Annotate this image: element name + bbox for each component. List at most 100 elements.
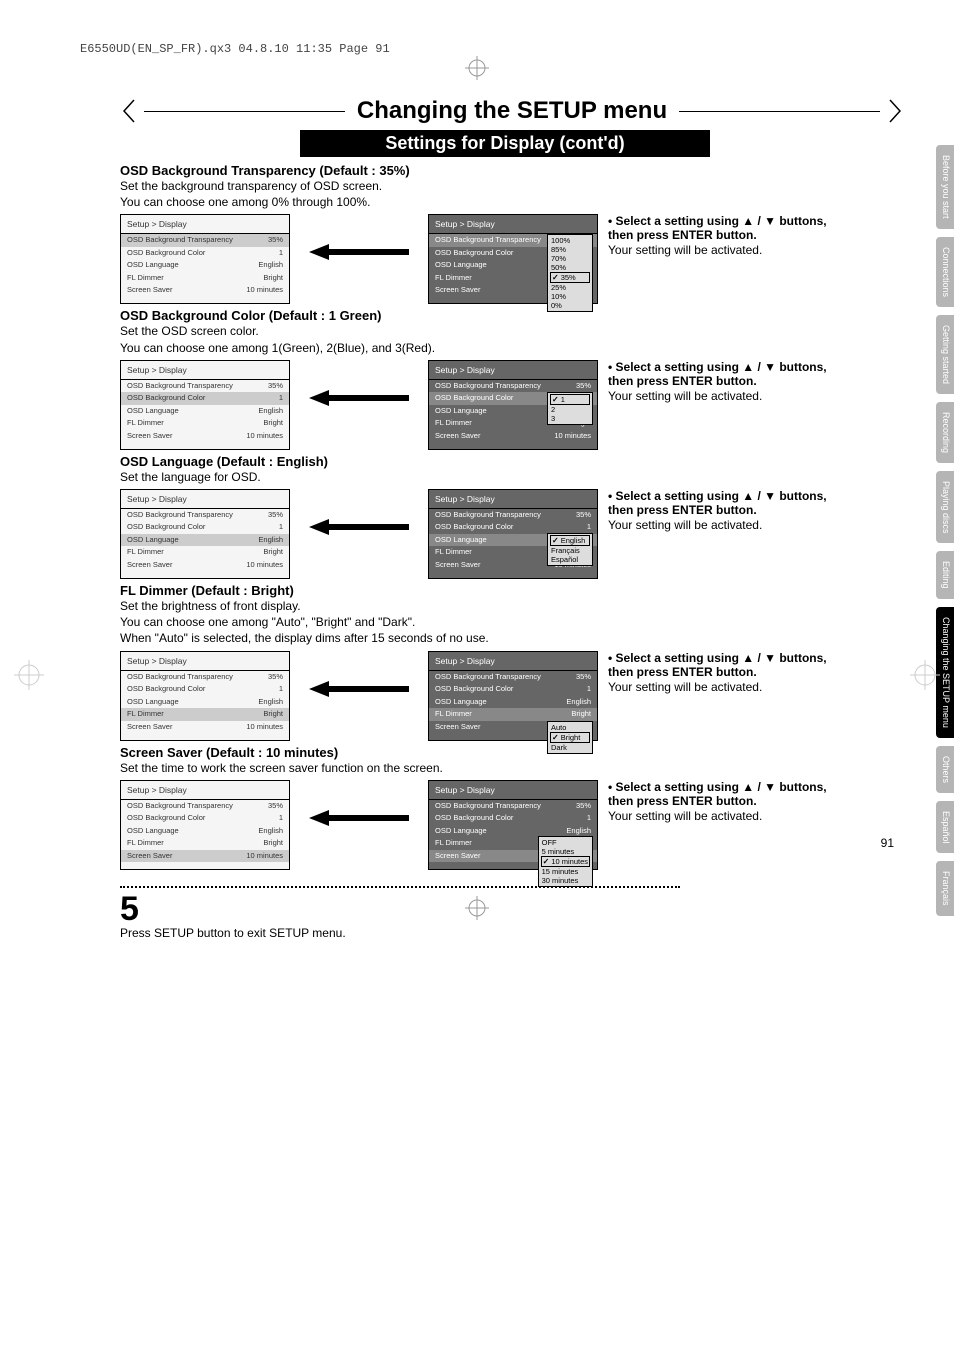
side-tab[interactable]: Getting started — [936, 315, 954, 394]
menu-row[interactable]: OSD Background Transparency35% — [429, 380, 597, 393]
menu-row[interactable]: FL DimmerBright — [121, 546, 289, 559]
option-popup[interactable]: 100%85%70%50%✓35%25%10%0% — [547, 234, 593, 312]
popup-option[interactable]: Français — [550, 546, 590, 555]
check-icon: ✓ — [543, 857, 550, 866]
menu-panel-result: Setup > DisplayOSD Background Transparen… — [120, 360, 290, 450]
side-tab[interactable]: Français — [936, 861, 954, 916]
menu-panel-result: Setup > DisplayOSD Background Transparen… — [120, 651, 290, 741]
menu-breadcrumb: Setup > Display — [429, 652, 597, 670]
menu-row[interactable]: Screen Saver10 minutes — [429, 430, 597, 443]
side-tab[interactable]: Others — [936, 746, 954, 793]
popup-option[interactable]: 2 — [550, 405, 590, 414]
popup-option[interactable]: ✓10 minutes — [541, 856, 590, 867]
menu-row[interactable]: OSD Background Transparency35% — [121, 380, 289, 393]
menu-row[interactable]: OSD LanguageEnglish — [121, 259, 289, 272]
menu-row[interactable]: OSD LanguageEnglish — [429, 696, 597, 709]
menu-row[interactable]: OSD Background Color1 — [429, 683, 597, 696]
instruction-block: • Select a setting using ▲ / ▼ buttons, … — [608, 651, 828, 694]
menu-panel-popup: Setup > DisplayOSD Background Transparen… — [428, 489, 598, 579]
menu-row[interactable]: OSD Background Transparency35% — [121, 800, 289, 813]
popup-option[interactable]: Auto — [550, 723, 590, 732]
side-tab[interactable]: Recording — [936, 402, 954, 463]
menu-row[interactable]: FL DimmerBright — [121, 837, 289, 850]
popup-option[interactable]: ✓35% — [550, 272, 590, 283]
option-popup[interactable]: ✓123 — [547, 392, 593, 425]
step-number-5: 5 — [120, 892, 904, 926]
menu-row[interactable]: OSD Background Color1 — [121, 683, 289, 696]
check-icon: ✓ — [552, 733, 559, 742]
chevron-right-icon — [886, 96, 904, 126]
menu-row[interactable]: OSD Background Color1 — [121, 812, 289, 825]
menu-row[interactable]: OSD Background Transparency35% — [429, 800, 597, 813]
step-5-text: Press SETUP button to exit SETUP menu. — [120, 926, 904, 940]
popup-option[interactable]: 25% — [550, 283, 590, 292]
menu-row[interactable]: Screen Saver10 minutes — [121, 850, 289, 863]
page-title: Changing the SETUP menu — [351, 97, 673, 125]
menu-breadcrumb: Setup > Display — [121, 652, 289, 670]
side-tab[interactable]: Editing — [936, 551, 954, 599]
menu-row[interactable]: OSD LanguageEnglish — [121, 825, 289, 838]
menu-row[interactable]: Screen Saver10 minutes — [121, 284, 289, 297]
menu-row[interactable]: OSD Background Transparency35% — [429, 671, 597, 684]
popup-option[interactable]: 85% — [550, 245, 590, 254]
menu-row[interactable]: OSD Background Color1 — [121, 521, 289, 534]
menu-row[interactable]: OSD LanguageEnglish — [121, 696, 289, 709]
popup-option[interactable]: 0% — [550, 301, 590, 310]
menu-row[interactable]: OSD Background Transparency35% — [429, 509, 597, 522]
popup-option[interactable]: ✓Bright — [550, 732, 590, 743]
menu-row[interactable]: OSD Background Color1 — [429, 812, 597, 825]
menu-row[interactable]: FL DimmerBright — [121, 417, 289, 430]
popup-option[interactable]: OFF — [541, 838, 590, 847]
crop-mark-right — [910, 660, 940, 690]
side-tab[interactable]: Playing discs — [936, 471, 954, 544]
setting-description: You can choose one among 0% through 100%… — [120, 194, 904, 210]
popup-option[interactable]: Dark — [550, 743, 590, 752]
print-header-note: E6550UD(EN_SP_FR).qx3 04.8.10 11:35 Page… — [80, 42, 390, 56]
popup-option[interactable]: ✓1 — [550, 394, 590, 405]
menu-row[interactable]: OSD LanguageEnglish — [121, 405, 289, 418]
popup-option[interactable]: 50% — [550, 263, 590, 272]
side-tab[interactable]: Connections — [936, 237, 954, 307]
setting-heading: OSD Background Transparency (Default : 3… — [120, 163, 904, 178]
menu-row[interactable]: FL DimmerBright — [429, 708, 597, 721]
menu-row[interactable]: Screen Saver10 minutes — [121, 430, 289, 443]
section-subtitle-bar: Settings for Display (cont'd) — [300, 130, 710, 157]
menu-row[interactable]: FL DimmerBright — [121, 708, 289, 721]
menu-row[interactable]: FL DimmerBright — [121, 272, 289, 285]
side-tab[interactable]: Before you start — [936, 145, 954, 229]
menu-row[interactable]: OSD Background Color1 — [121, 247, 289, 260]
popup-option[interactable]: 100% — [550, 236, 590, 245]
check-icon: ✓ — [552, 536, 559, 545]
popup-option[interactable]: Español — [550, 555, 590, 564]
menu-row[interactable]: OSD Background Transparency35% — [121, 509, 289, 522]
option-popup[interactable]: OFF5 minutes✓10 minutes15 minutes30 minu… — [538, 836, 593, 887]
menu-row[interactable]: OSD Background Transparency35% — [121, 234, 289, 247]
arrow-left-icon — [309, 810, 409, 826]
title-rule-left — [144, 111, 345, 112]
arrow-left-icon — [309, 519, 409, 535]
menu-panel-popup: Setup > DisplayOSD Background Transparen… — [428, 360, 598, 450]
setting-description: When "Auto" is selected, the display dim… — [120, 630, 904, 646]
setting-description: Set the background transparency of OSD s… — [120, 178, 904, 194]
menu-row[interactable]: Screen Saver10 minutes — [121, 721, 289, 734]
option-popup[interactable]: ✓EnglishFrançaisEspañol — [547, 533, 593, 566]
popup-option[interactable]: 70% — [550, 254, 590, 263]
option-popup[interactable]: Auto✓BrightDark — [547, 721, 593, 754]
popup-option[interactable]: 30 minutes — [541, 876, 590, 885]
menu-row[interactable]: OSD Background Color1 — [121, 392, 289, 405]
setting-heading: OSD Language (Default : English) — [120, 454, 904, 469]
menu-row[interactable]: OSD LanguageEnglish — [121, 534, 289, 547]
popup-option[interactable]: 5 minutes — [541, 847, 590, 856]
popup-option[interactable]: 3 — [550, 414, 590, 423]
side-tab[interactable]: Español — [936, 801, 954, 854]
menu-row[interactable]: Screen Saver10 minutes — [121, 559, 289, 572]
setting-description: Set the brightness of front display. — [120, 598, 904, 614]
popup-option[interactable]: 10% — [550, 292, 590, 301]
menu-breadcrumb: Setup > Display — [429, 361, 597, 379]
popup-option[interactable]: ✓English — [550, 535, 590, 546]
setting-heading: Screen Saver (Default : 10 minutes) — [120, 745, 904, 760]
menu-row[interactable]: OSD Background Transparency35% — [121, 671, 289, 684]
crop-mark-bottom — [465, 896, 489, 920]
popup-option[interactable]: 15 minutes — [541, 867, 590, 876]
menu-panel-popup: Setup > DisplayOSD Background Transparen… — [428, 214, 598, 304]
